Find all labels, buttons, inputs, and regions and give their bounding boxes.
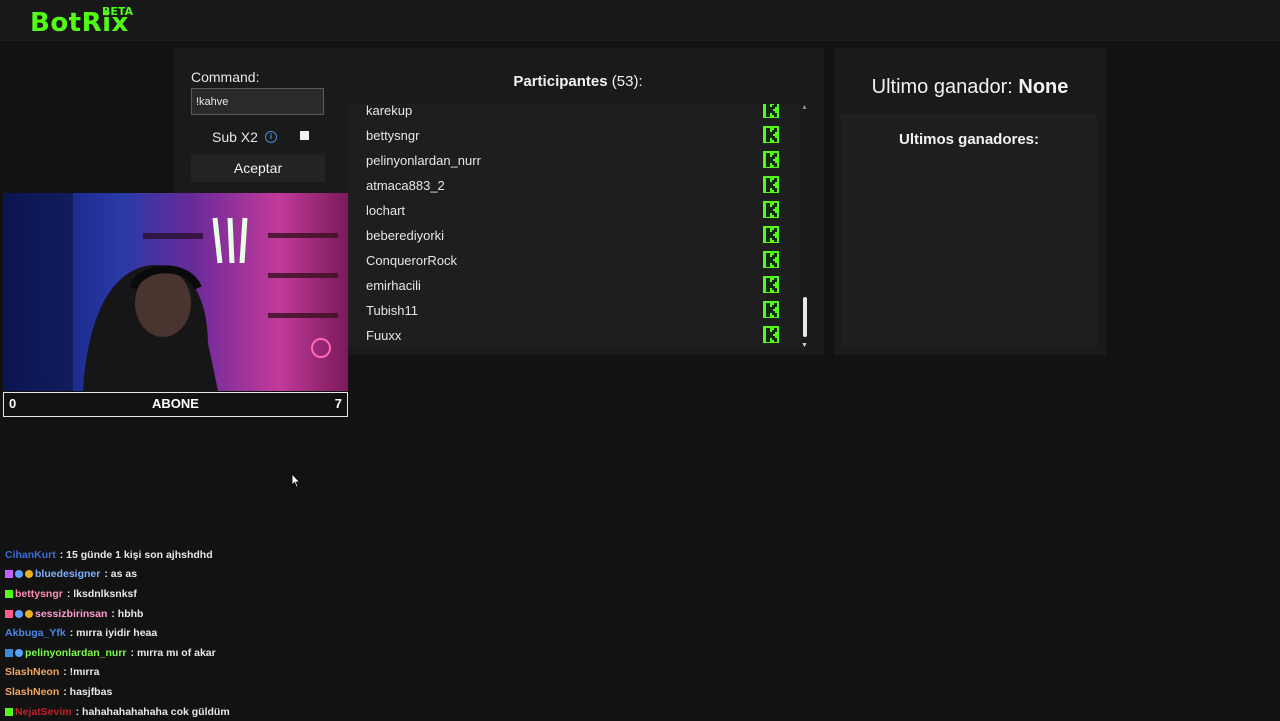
- chat-username: bluedesigner: [35, 568, 101, 581]
- webcam-feed: [3, 193, 348, 391]
- list-item: Fuuxx: [347, 324, 800, 349]
- chat-text: : as as: [104, 568, 138, 581]
- chat-username: CihanKurt: [5, 548, 56, 561]
- info-icon[interactable]: i: [264, 131, 277, 143]
- subscriber-goal-bar: 0 ABONE 7: [3, 392, 348, 417]
- chat-message: bluedesigner : as as: [5, 565, 335, 585]
- chat-text: : lksdnlksnksf: [66, 587, 137, 600]
- gem-badge-icon: [15, 609, 23, 618]
- list-item: atmaca883_2: [347, 174, 800, 199]
- chat-username: SlashNeon: [5, 666, 60, 679]
- participants-title-label: Participantes: [513, 73, 608, 90]
- participant-name: Fuuxx: [366, 328, 402, 343]
- winners-list-title: Ultimos ganadores:: [898, 131, 1040, 148]
- accept-button[interactable]: Aceptar: [191, 155, 325, 182]
- chat-username: NejatSevim: [15, 705, 72, 718]
- beta-label: BETA: [102, 5, 134, 18]
- kick-icon: [763, 201, 779, 218]
- sub-x2-option: Sub X2 i: [212, 129, 277, 145]
- kick-icon: [763, 226, 779, 243]
- chat-username: pelinyonlardan_nurr: [25, 646, 127, 659]
- kick-badge-icon: [5, 707, 13, 716]
- scroll-down-icon[interactable]: ▼: [801, 342, 808, 349]
- chat-text: : !mırra: [63, 666, 100, 679]
- kick-icon: [763, 276, 779, 293]
- sub-x2-label: Sub X2: [212, 129, 258, 145]
- kick-icon: [763, 151, 779, 168]
- chat-message: SlashNeon : hasjfbas: [5, 682, 335, 702]
- participant-name: ConquerorRock: [366, 253, 458, 268]
- participants-title: Participantes (53):: [347, 73, 809, 90]
- kick-badge-icon: [5, 589, 13, 598]
- sub-x2-checkbox[interactable]: [300, 131, 309, 140]
- participant-name: emirhacili: [366, 278, 421, 293]
- kick-icon: [763, 176, 779, 193]
- participant-name: Tubish11: [366, 303, 419, 318]
- command-label: Command:: [191, 69, 260, 85]
- sub-badge-icon: [5, 609, 13, 618]
- chat-text: : hahahahahahaha cok güldüm: [75, 705, 230, 718]
- chat-username: SlashNeon: [5, 685, 60, 698]
- chat-text: : mırra iyidir heaa: [69, 627, 158, 640]
- coin-badge-icon: [25, 609, 33, 618]
- last-winner: Ultimo ganador: None: [834, 76, 1106, 99]
- list-item: karekup: [347, 104, 800, 124]
- participants-scrollbar[interactable]: ▲ ▼: [801, 104, 810, 349]
- top-bar: [0, 0, 1280, 41]
- mod-badge-icon: [5, 648, 13, 657]
- chat-text: : 15 günde 1 kişi son ajhshdhd: [59, 548, 213, 561]
- list-item: emirhacili: [347, 274, 800, 299]
- chat-text: : hbhb: [111, 607, 144, 620]
- sub-badge-icon: [5, 570, 13, 579]
- gem-badge-icon: [15, 648, 23, 657]
- chat-message: bettysngr : lksdnlksnksf: [5, 584, 335, 604]
- kick-icon: [763, 104, 779, 118]
- chat-text: : hasjfbas: [63, 685, 113, 698]
- chat-message: SlashNeon : !mırra: [5, 663, 335, 683]
- chat-username: bettysngr: [15, 587, 63, 600]
- winners-list: [841, 114, 1097, 349]
- participants-count: (53):: [611, 73, 643, 90]
- list-item: lochart: [347, 199, 800, 224]
- participants-list[interactable]: karekup bettysngr pelinyonlardan_nurr at…: [347, 104, 800, 349]
- gem-badge-icon: [15, 570, 23, 579]
- scroll-up-icon[interactable]: ▲: [801, 104, 808, 111]
- last-winner-label: Ultimo ganador:: [871, 76, 1013, 98]
- chat-message: Akbuga_Yfk : mırra iyidir heaa: [5, 623, 335, 643]
- kick-icon: [763, 301, 779, 318]
- goal-target: 7: [334, 396, 342, 411]
- participant-name: karekup: [366, 104, 413, 118]
- list-item: pelinyonlardan_nurr: [347, 149, 800, 174]
- list-item: Tubish11: [347, 299, 800, 324]
- chat-message: CihanKurt : 15 günde 1 kişi son ajhshdhd: [5, 545, 335, 565]
- last-winner-value: None: [1018, 76, 1069, 98]
- chat-message: pelinyonlardan_nurr : mırra mı of akar: [5, 643, 335, 663]
- participant-name: beberediyorki: [366, 228, 445, 243]
- participant-name: bettysngr: [366, 128, 420, 143]
- kick-icon: [763, 251, 779, 268]
- list-item: ConquerorRock: [347, 249, 800, 274]
- chat-username: Akbuga_Yfk: [5, 627, 66, 640]
- chat-text: : mırra mı of akar: [130, 646, 216, 659]
- chat-message: NejatSevim : hahahahahahaha cok güldüm: [5, 702, 335, 721]
- participant-name: lochart: [366, 203, 406, 218]
- chat-overlay: CihanKurt : 15 günde 1 kişi son ajhshdhd…: [5, 545, 335, 721]
- list-item: beberediyorki: [347, 224, 800, 249]
- kick-icon: [763, 126, 779, 143]
- kick-icon: [763, 326, 779, 343]
- list-item: bettysngr: [347, 124, 800, 149]
- goal-label: ABONE: [152, 396, 199, 411]
- mouse-cursor-icon: [291, 473, 301, 488]
- participant-name: pelinyonlardan_nurr: [366, 153, 481, 168]
- coin-badge-icon: [25, 570, 33, 579]
- participant-name: atmaca883_2: [366, 178, 445, 193]
- command-input[interactable]: [191, 88, 324, 115]
- chat-username: sessizbirinsan: [35, 607, 108, 620]
- chat-message: sessizbirinsan : hbhb: [5, 604, 335, 624]
- scroll-thumb[interactable]: [803, 297, 807, 337]
